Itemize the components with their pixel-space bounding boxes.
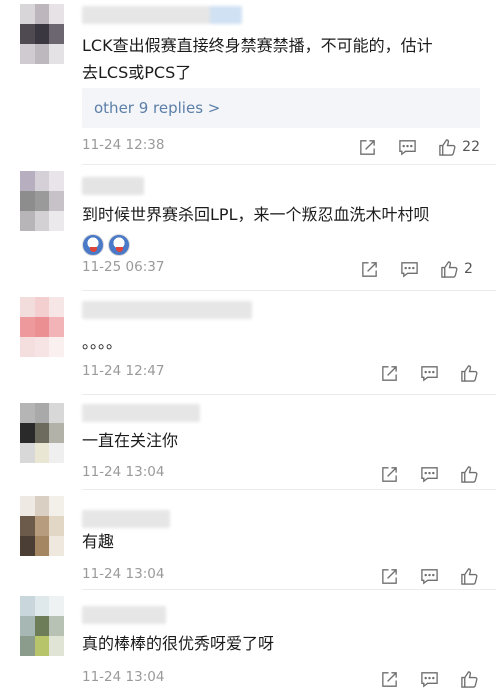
username-blurred[interactable] [82, 606, 166, 624]
username-blurred[interactable] [82, 6, 242, 24]
comment-icon[interactable] [418, 463, 440, 485]
username-blurred[interactable] [82, 404, 200, 422]
comment-icon[interactable] [418, 565, 440, 587]
view-replies-button[interactable]: other 9 replies > [82, 88, 480, 128]
comment-text: 有趣 [82, 532, 115, 551]
emoji-icon [82, 233, 104, 256]
comment-time: 11-24 13:04 [82, 464, 165, 480]
comment-text: 真的棒棒的很优秀呀爱了呀 [82, 634, 275, 653]
comment-item: 。。。。 11-24 12:47 [0, 291, 496, 395]
comment-meta: 11-24 13:04 [82, 565, 480, 587]
comment-icon[interactable] [398, 258, 420, 280]
avatar[interactable] [20, 403, 64, 463]
comment-item: 一直在关注你 11-24 13:04 [0, 395, 496, 490]
comment-text: 。。。。 [82, 333, 123, 352]
share-icon[interactable] [356, 136, 378, 158]
share-icon[interactable] [378, 362, 400, 384]
share-icon[interactable] [378, 668, 400, 690]
comment-item: 真的棒棒的很优秀呀爱了呀 11-24 13:04 [0, 590, 496, 700]
avatar[interactable] [20, 171, 64, 231]
comment-time: 11-24 12:47 [82, 363, 165, 379]
comment-meta: 11-25 06:37 2 [82, 258, 480, 280]
thumbs-up-icon[interactable] [458, 565, 480, 587]
comment-text: 一直在关注你 [82, 431, 179, 450]
comment-text: LCK查出假赛直接终身禁赛禁播，不可能的，估计 去LCS或PCS了 [82, 36, 433, 82]
thumbs-up-icon[interactable] [458, 668, 480, 690]
comment-item: 到时候世界赛杀回LPL，来一个叛忍血洗木叶村呗 11-25 06:37 2 [0, 165, 496, 291]
avatar[interactable] [20, 596, 64, 656]
comment-item: 有趣 11-24 13:04 [0, 490, 496, 590]
comment-meta: 11-24 12:47 [82, 362, 480, 384]
thumbs-up-icon[interactable] [458, 463, 480, 485]
share-icon[interactable] [378, 565, 400, 587]
emoji-icon [108, 233, 130, 256]
share-icon[interactable] [378, 463, 400, 485]
comment-icon[interactable] [418, 668, 440, 690]
avatar[interactable] [20, 297, 64, 357]
avatar[interactable] [20, 4, 64, 64]
comment-icon[interactable] [396, 136, 418, 158]
username-blurred[interactable] [82, 510, 170, 528]
comment-item: LCK查出假赛直接终身禁赛禁播，不可能的，估计 去LCS或PCS了 other … [0, 0, 496, 165]
share-icon[interactable] [358, 258, 380, 280]
comment-time: 11-24 13:04 [82, 566, 165, 582]
comment-time: 11-24 12:38 [82, 137, 165, 153]
comment-time: 11-25 06:37 [82, 259, 165, 275]
comment-text: 到时候世界赛杀回LPL，来一个叛忍血洗木叶村呗 [82, 201, 480, 257]
username-blurred[interactable] [82, 177, 144, 195]
comment-icon[interactable] [418, 362, 440, 384]
comment-meta: 11-24 13:04 [82, 463, 480, 485]
comment-meta: 11-24 13:04 [82, 668, 480, 690]
comment-time: 11-24 13:04 [82, 669, 165, 685]
like-count: 2 [464, 261, 473, 277]
comment-meta: 11-24 12:38 22 [82, 136, 480, 158]
like-count: 22 [462, 139, 480, 155]
username-blurred[interactable] [82, 301, 252, 319]
thumbs-up-icon[interactable] [436, 136, 458, 158]
avatar[interactable] [20, 496, 64, 556]
thumbs-up-icon[interactable] [458, 362, 480, 384]
thumbs-up-icon[interactable] [438, 258, 460, 280]
